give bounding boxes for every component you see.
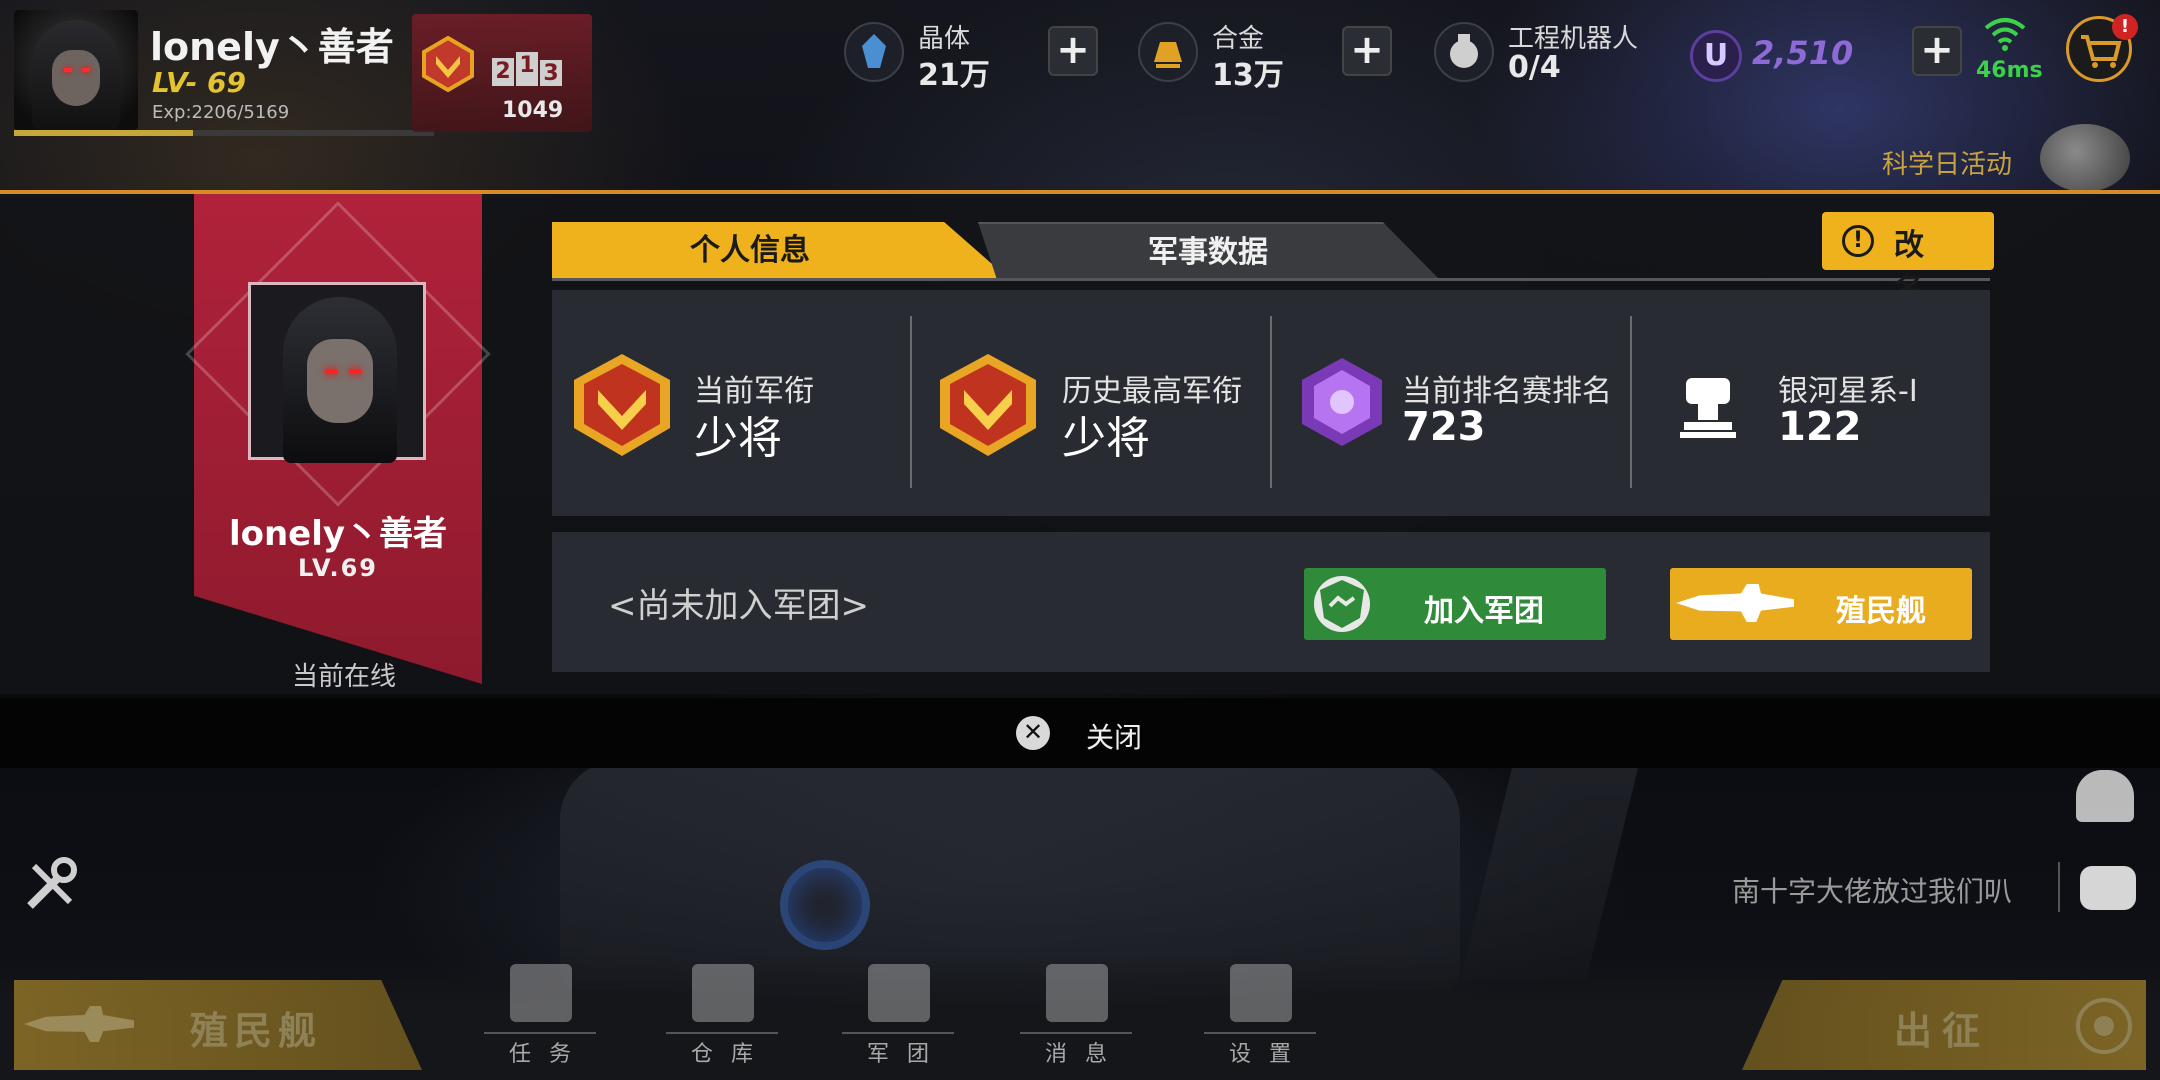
stat-highest-rank: 历史最高军衔 少将 xyxy=(912,290,1272,516)
nav-warehouse[interactable]: 仓库 xyxy=(666,964,778,1074)
mission-icon xyxy=(510,964,572,1022)
event-label[interactable]: 科学日活动 xyxy=(1882,144,2012,181)
friends-icon[interactable] xyxy=(2076,770,2134,822)
sortie-button[interactable]: 出征 xyxy=(1742,980,2146,1070)
stat-galaxy: 银河星系-I 122 xyxy=(1632,290,1990,516)
join-guild-button[interactable]: 加入军团 xyxy=(1304,568,1606,640)
colony-ship-icon xyxy=(1676,584,1794,622)
tab-underline xyxy=(552,278,1990,281)
chat-divider xyxy=(2058,862,2060,912)
profile-avatar xyxy=(248,282,426,463)
colony-ship-icon xyxy=(24,1006,134,1042)
guild-panel: <尚未加入军团> 加入军团 殖民舰 xyxy=(552,532,1990,672)
guild-status: <尚未加入军团> xyxy=(608,586,869,626)
online-status: 当前在线 xyxy=(291,662,396,692)
rank-count: 1049 xyxy=(502,98,564,123)
warehouse-icon xyxy=(692,964,754,1022)
close-bar: ✕ 关闭 xyxy=(0,698,2160,768)
nav-mission[interactable]: 任务 xyxy=(484,964,596,1074)
chat-message[interactable]: 南十字大佬放过我们叭 xyxy=(1732,870,2012,910)
u-currency-icon: U xyxy=(1690,30,1742,82)
legion-icon xyxy=(868,964,930,1022)
chat-icon[interactable] xyxy=(2080,866,2136,910)
colony-ship-button[interactable]: 殖民舰 xyxy=(1670,568,1972,640)
close-button[interactable]: ✕ 关闭 xyxy=(1016,712,1176,756)
stats-panel: 当前军衔 少将 历史最高军衔 少将 当前排名赛排名 723 银河星系-I 122 xyxy=(552,290,1990,516)
colony-ship-nav-button[interactable]: 殖民舰 xyxy=(14,980,422,1070)
exp-bar xyxy=(14,130,434,136)
alert-icon: ! xyxy=(1842,225,1874,257)
message-icon xyxy=(1046,964,1108,1022)
profile-dialog: lonely丶善者 LV.69 当前在线 个人信息 军事数据 ! 改 名 当前军… xyxy=(0,194,2160,694)
add-alloy-button[interactable]: + xyxy=(1342,26,1392,76)
event-icon[interactable] xyxy=(2040,124,2130,192)
podium-icon: 2 1 3 xyxy=(492,52,562,86)
rank-medal-icon xyxy=(574,354,670,456)
handshake-icon xyxy=(1314,576,1370,632)
settings-icon xyxy=(1230,964,1292,1022)
u-currency-value: 2,510 xyxy=(1752,34,1854,72)
top-hud: lonely丶善者 LV- 69 Exp:2206/5169 2 1 3 104… xyxy=(0,0,2160,192)
target-icon xyxy=(2076,998,2132,1054)
player-avatar[interactable] xyxy=(14,10,138,130)
stat-current-rank: 当前军衔 少将 xyxy=(552,290,912,516)
profile-level: LV.69 xyxy=(298,554,378,582)
tools-icon[interactable] xyxy=(20,854,82,916)
player-name: lonely丶善者 xyxy=(150,25,394,69)
rank-medal-icon xyxy=(940,354,1036,456)
nav-message[interactable]: 消息 xyxy=(1020,964,1132,1074)
player-exp: Exp:2206/5169 xyxy=(152,102,290,123)
notification-badge: ! xyxy=(2112,14,2138,40)
add-u-currency-button[interactable]: + xyxy=(1912,26,1962,76)
trophy-fist-icon xyxy=(1680,378,1736,438)
stat-ladder-rank: 当前排名赛排名 723 xyxy=(1272,290,1632,516)
ping-text: 46ms xyxy=(1976,58,2043,83)
gold-bar-icon xyxy=(1138,22,1198,82)
stellar-rank-icon xyxy=(1302,358,1382,446)
player-level: LV- 69 xyxy=(152,66,246,99)
close-icon: ✕ xyxy=(1016,716,1050,750)
nav-legion[interactable]: 军团 xyxy=(842,964,954,1074)
nav-settings[interactable]: 设置 xyxy=(1204,964,1316,1074)
rank-medal-icon xyxy=(422,36,474,92)
exp-bar-fill xyxy=(14,130,194,136)
arena-rank-button[interactable]: 2 1 3 1049 xyxy=(412,14,592,132)
station-portal xyxy=(780,860,870,950)
add-crystal-button[interactable]: + xyxy=(1048,26,1098,76)
profile-name: lonely丶善者 xyxy=(228,514,448,554)
bottom-bar: 殖民舰 任务 仓库 军团 消息 设置 出征 xyxy=(0,956,2160,1080)
tab-personal-info[interactable]: 个人信息 xyxy=(552,222,1008,278)
robot-icon xyxy=(1434,22,1494,82)
wifi-icon xyxy=(1984,18,2026,51)
tab-military-data[interactable]: 军事数据 xyxy=(978,222,1438,278)
rename-button[interactable]: ! 改 名 xyxy=(1822,212,1994,307)
crystal-icon xyxy=(844,22,904,82)
